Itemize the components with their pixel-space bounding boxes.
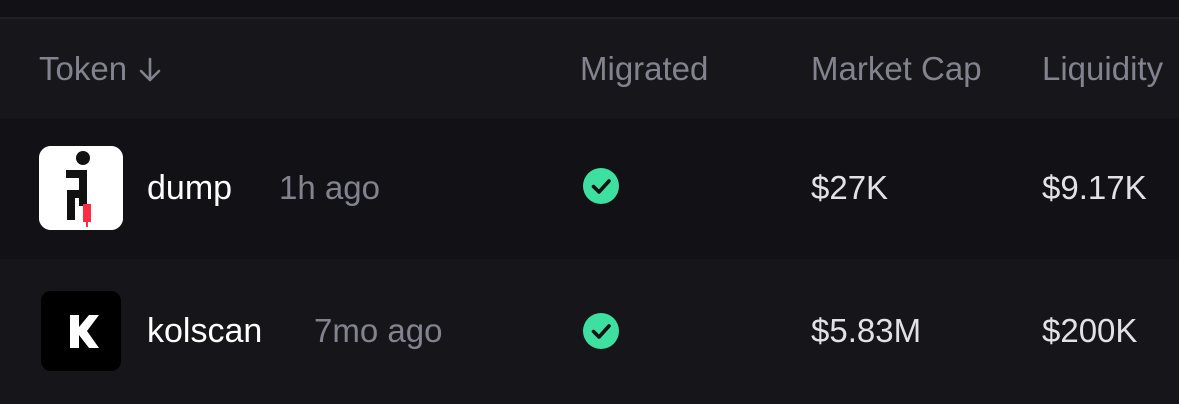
column-header-migrated[interactable]: Migrated (580, 49, 708, 89)
check-circle-icon (583, 168, 619, 204)
table-row[interactable]: kolscan 7mo ago $5.83M $200K (0, 259, 1179, 404)
token-age: 7mo ago (314, 312, 443, 349)
market-cap-value: $27K (811, 169, 889, 206)
market-cap-value: $5.83M (811, 312, 922, 349)
liquidity-value: $200K (1042, 312, 1138, 349)
liquidity-value: $9.17K (1042, 169, 1147, 206)
column-header-token[interactable]: Token (39, 49, 163, 89)
arrow-down-icon (137, 54, 163, 84)
token-name[interactable]: kolscan (147, 311, 262, 351)
table-row[interactable]: dump 1h ago $27K $9.17K (0, 119, 1179, 259)
token-age: 1h ago (279, 169, 380, 206)
column-header-liquidity[interactable]: Liquidity (1042, 49, 1163, 89)
top-divider (0, 0, 1179, 19)
column-header-market-cap[interactable]: Market Cap (811, 49, 982, 89)
dump-token-logo (39, 146, 123, 230)
token-name[interactable]: dump (147, 168, 232, 208)
table-header: Token Migrated Market Cap Liquidity (0, 19, 1179, 119)
kolscan-token-logo (41, 291, 121, 371)
column-header-token-label: Token (39, 50, 128, 87)
check-circle-icon (583, 313, 619, 349)
